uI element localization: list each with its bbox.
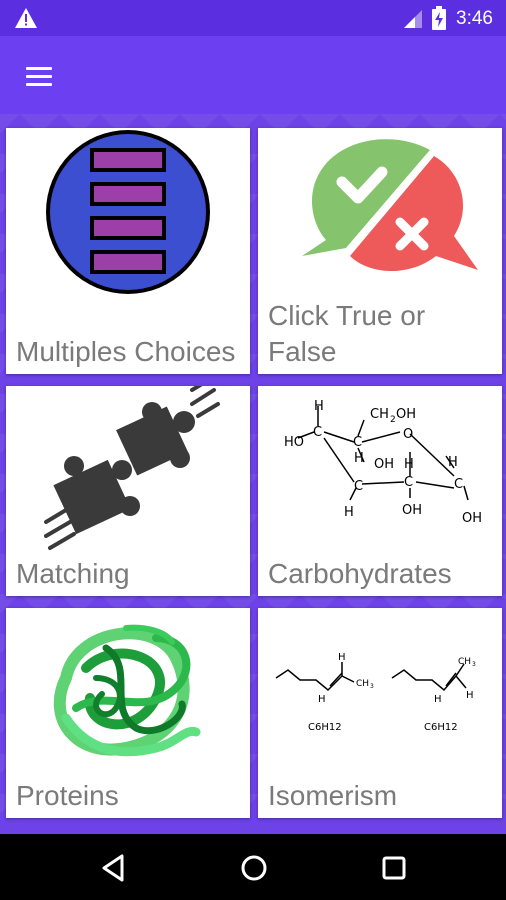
svg-text:H: H	[318, 694, 326, 705]
svg-text:OH: OH	[374, 457, 394, 472]
svg-text:H: H	[354, 451, 364, 466]
svg-text:OH: OH	[396, 407, 416, 422]
card-carbohydrates[interactable]: H CH 2 OH HO C C O H OH H H C C C H OH O…	[258, 386, 502, 596]
svg-text:H: H	[466, 690, 474, 701]
svg-text:O: O	[403, 427, 413, 442]
svg-text:CH: CH	[458, 657, 471, 667]
card-multiple-choices[interactable]: Multiples Choices	[6, 128, 250, 374]
navigation-bar	[0, 834, 506, 900]
svg-text:H: H	[404, 457, 414, 472]
formula-left: C6H12	[308, 722, 342, 733]
svg-text:OH: OH	[402, 503, 422, 518]
svg-text:H: H	[448, 455, 458, 470]
card-label: Click True or False	[268, 300, 426, 367]
home-icon[interactable]	[236, 850, 272, 886]
card-true-false[interactable]: Click True or False	[258, 128, 502, 374]
signal-icon	[404, 10, 422, 28]
svg-text:H: H	[434, 694, 442, 705]
svg-text:H: H	[314, 399, 324, 414]
card-label: Carbohydrates	[268, 558, 452, 589]
svg-text:H: H	[338, 652, 346, 663]
battery-charging-icon	[432, 6, 446, 30]
status-clock: 3:46	[456, 8, 493, 29]
svg-text:2: 2	[390, 415, 396, 425]
multiple-choice-icon	[46, 130, 210, 294]
card-isomerism[interactable]: H CH 3 H CH 3 H H C6H12 C6H12 Isomerism	[258, 608, 502, 818]
card-label: Multiples Choices	[16, 336, 236, 367]
svg-text:HO: HO	[284, 435, 304, 450]
svg-text:C: C	[313, 425, 322, 440]
svg-text:CH: CH	[370, 407, 389, 422]
card-proteins[interactable]: Proteins	[6, 608, 250, 818]
warning-icon	[15, 8, 37, 28]
app-bar	[0, 36, 506, 114]
svg-text:C: C	[404, 475, 413, 490]
svg-text:H: H	[344, 505, 354, 520]
card-label: Proteins	[16, 780, 119, 811]
svg-text:OH: OH	[462, 511, 482, 526]
true-false-icon	[302, 139, 478, 272]
svg-text:C: C	[354, 479, 363, 494]
card-matching[interactable]: Matching	[6, 386, 250, 596]
protein-structure-icon	[53, 624, 201, 757]
puzzle-pieces-icon	[44, 386, 220, 550]
card-label: Matching	[16, 558, 130, 589]
card-label: Isomerism	[268, 780, 398, 811]
svg-text:3: 3	[472, 661, 476, 668]
back-icon[interactable]	[96, 850, 132, 886]
isomer-structures-icon: H CH 3 H CH 3 H H C6H12 C6H12	[275, 652, 476, 733]
formula-right: C6H12	[424, 722, 458, 733]
svg-text:CH: CH	[356, 679, 369, 689]
glucose-structure-icon: H CH 2 OH HO C C O H OH H H C C C H OH O…	[284, 399, 482, 526]
svg-text:C: C	[353, 435, 362, 450]
svg-text:3: 3	[370, 683, 374, 690]
svg-text:C: C	[454, 477, 463, 492]
recent-apps-icon[interactable]	[376, 850, 412, 886]
hamburger-menu-icon[interactable]	[18, 58, 62, 94]
status-bar: 3:46	[0, 0, 506, 36]
